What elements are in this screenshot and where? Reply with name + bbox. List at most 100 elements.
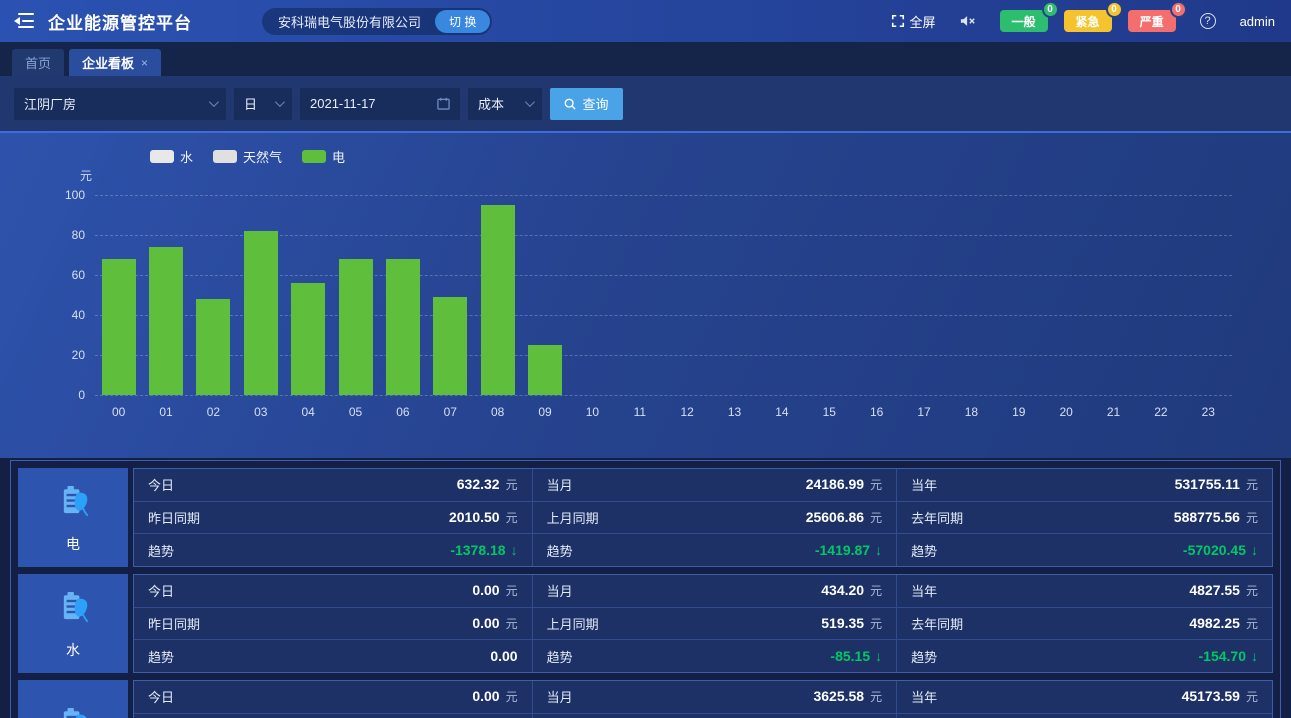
cell-label: 去年同期	[911, 508, 963, 527]
y-axis-tick-label: 60	[49, 268, 85, 282]
energy-cell: 今日0.00元	[134, 575, 532, 608]
x-axis-tick-label: 10	[586, 405, 599, 419]
energy-cell: 今日632.32元	[134, 469, 532, 502]
cell-label: 当月	[547, 687, 573, 706]
cell-value-wrap: 0.00元	[472, 615, 517, 632]
cell-label: 昨日同期	[148, 614, 200, 633]
chart-bar-电-08	[481, 205, 515, 395]
cell-label: 去年同期	[911, 614, 963, 633]
x-axis-tick-label: 22	[1154, 405, 1167, 419]
legend-label: 电	[332, 147, 345, 166]
x-axis-tick-label: 02	[207, 405, 220, 419]
chart-bar-电-09	[528, 345, 562, 395]
mute-icon	[960, 14, 976, 28]
cell-label: 趋势	[911, 647, 937, 666]
cell-unit: 元	[870, 509, 882, 526]
cell-value-wrap: 0.00	[490, 648, 517, 664]
energy-cell: 趋势-1419.87↓	[533, 534, 897, 566]
period-select[interactable]: 日	[234, 88, 292, 120]
trend-down-arrow-icon: ↓	[1251, 648, 1258, 664]
date-picker[interactable]: 2021-11-17	[300, 88, 460, 120]
cell-unit: 元	[506, 476, 518, 493]
x-axis-tick-label: 19	[1012, 405, 1025, 419]
tab-首页[interactable]: 首页	[12, 49, 64, 76]
alarm-badge-紧急[interactable]: 紧急0	[1064, 10, 1112, 32]
username[interactable]: admin	[1240, 14, 1275, 29]
cell-value-wrap: 434.20元	[821, 582, 882, 599]
company-name: 安科瑞电气股份有限公司	[278, 12, 421, 31]
cell-unit: 元	[506, 615, 518, 632]
cell-value: 531755.11	[1175, 476, 1240, 492]
energy-col-3: 当年45173.59元	[897, 681, 1272, 718]
header-right: 全屏 一般0 紧急0 严重0 ? admin	[891, 10, 1275, 32]
mute-button[interactable]	[960, 14, 976, 28]
cell-unit: 元	[870, 476, 882, 493]
alarm-count: 0	[1170, 1, 1187, 18]
y-axis-tick-label: 20	[49, 348, 85, 362]
legend-item-天然气[interactable]: 天然气	[213, 147, 282, 166]
trend-down-arrow-icon: ↓	[1251, 542, 1258, 558]
switch-company-button[interactable]: 切 换	[435, 10, 490, 33]
energy-row-grid: 今日0.00元当月3625.58元当年45173.59元	[133, 680, 1273, 718]
alarm-badge-严重[interactable]: 严重0	[1128, 10, 1176, 32]
x-axis-tick-label: 14	[775, 405, 788, 419]
cell-unit: 元	[870, 582, 882, 599]
cell-unit: 元	[506, 582, 518, 599]
energy-summary-section: 电今日632.32元昨日同期2010.50元趋势-1378.18↓当月24186…	[0, 458, 1291, 718]
calendar-icon	[437, 97, 450, 110]
cell-value-wrap: 588775.56元	[1174, 509, 1258, 526]
chart-plot-area: 0204060801000001020304050607080910111213…	[95, 195, 1232, 395]
cell-unit: 元	[1246, 615, 1258, 632]
cell-value: -57020.45	[1183, 542, 1246, 558]
energy-type-tile: 水	[18, 574, 128, 673]
legend-item-水[interactable]: 水	[150, 147, 193, 166]
battery-leaf-icon	[51, 703, 95, 718]
chart-legend: 水 天然气 电	[150, 147, 345, 166]
x-axis-tick-label: 12	[681, 405, 694, 419]
fullscreen-button[interactable]: 全屏	[891, 12, 936, 31]
cell-value-wrap: 0.00元	[472, 688, 517, 705]
cell-value: 24186.99	[806, 476, 864, 492]
cell-label: 今日	[148, 475, 174, 494]
cell-label: 今日	[148, 581, 174, 600]
y-axis-tick-label: 40	[49, 308, 85, 322]
energy-cell: 趋势0.00	[134, 640, 532, 672]
cell-label: 上月同期	[547, 614, 599, 633]
site-select[interactable]: 江阴厂房	[14, 88, 226, 120]
chevron-down-icon	[275, 97, 285, 107]
x-axis-tick-label: 05	[349, 405, 362, 419]
tab-企业看板[interactable]: 企业看板×	[69, 49, 161, 76]
cell-value: -1419.87	[815, 542, 870, 558]
metric-select[interactable]: 成本	[468, 88, 542, 120]
cell-label: 当年	[911, 687, 937, 706]
energy-col-1: 今日0.00元昨日同期0.00元趋势0.00	[134, 575, 533, 672]
energy-type-label: 水	[66, 640, 80, 660]
energy-cell	[134, 714, 532, 718]
energy-type-label: 电	[66, 534, 80, 554]
legend-item-电[interactable]: 电	[302, 147, 345, 166]
query-button[interactable]: 查询	[550, 88, 623, 120]
cell-value: 0.00	[472, 688, 499, 704]
help-icon[interactable]: ?	[1200, 13, 1216, 29]
energy-row-grid: 今日0.00元昨日同期0.00元趋势0.00当月434.20元上月同期519.3…	[133, 574, 1273, 673]
energy-cell: 当年4827.55元	[897, 575, 1272, 608]
cell-label: 当月	[547, 581, 573, 600]
chart-bar-电-05	[339, 259, 373, 395]
collapse-menu-icon[interactable]	[14, 13, 34, 29]
cell-value: -85.15	[830, 648, 870, 664]
energy-cell: 上月同期25606.86元	[533, 502, 897, 535]
energy-type-tile	[18, 680, 128, 718]
trend-down-arrow-icon: ↓	[875, 542, 882, 558]
chart-bar-电-07	[433, 297, 467, 395]
tab-close-icon[interactable]: ×	[141, 56, 148, 70]
energy-col-2: 当月3625.58元	[533, 681, 898, 718]
alarm-badge-一般[interactable]: 一般0	[1000, 10, 1048, 32]
energy-cell: 趋势-1378.18↓	[134, 534, 532, 566]
energy-row-extra-2: 今日0.00元当月3625.58元当年45173.59元	[18, 680, 1273, 718]
energy-cell: 当月24186.99元	[533, 469, 897, 502]
energy-cell: 当年45173.59元	[897, 681, 1272, 714]
chart-bar-电-00	[102, 259, 136, 395]
chevron-down-icon	[209, 97, 219, 107]
legend-swatch	[150, 150, 174, 163]
energy-cell: 当月3625.58元	[533, 681, 897, 714]
